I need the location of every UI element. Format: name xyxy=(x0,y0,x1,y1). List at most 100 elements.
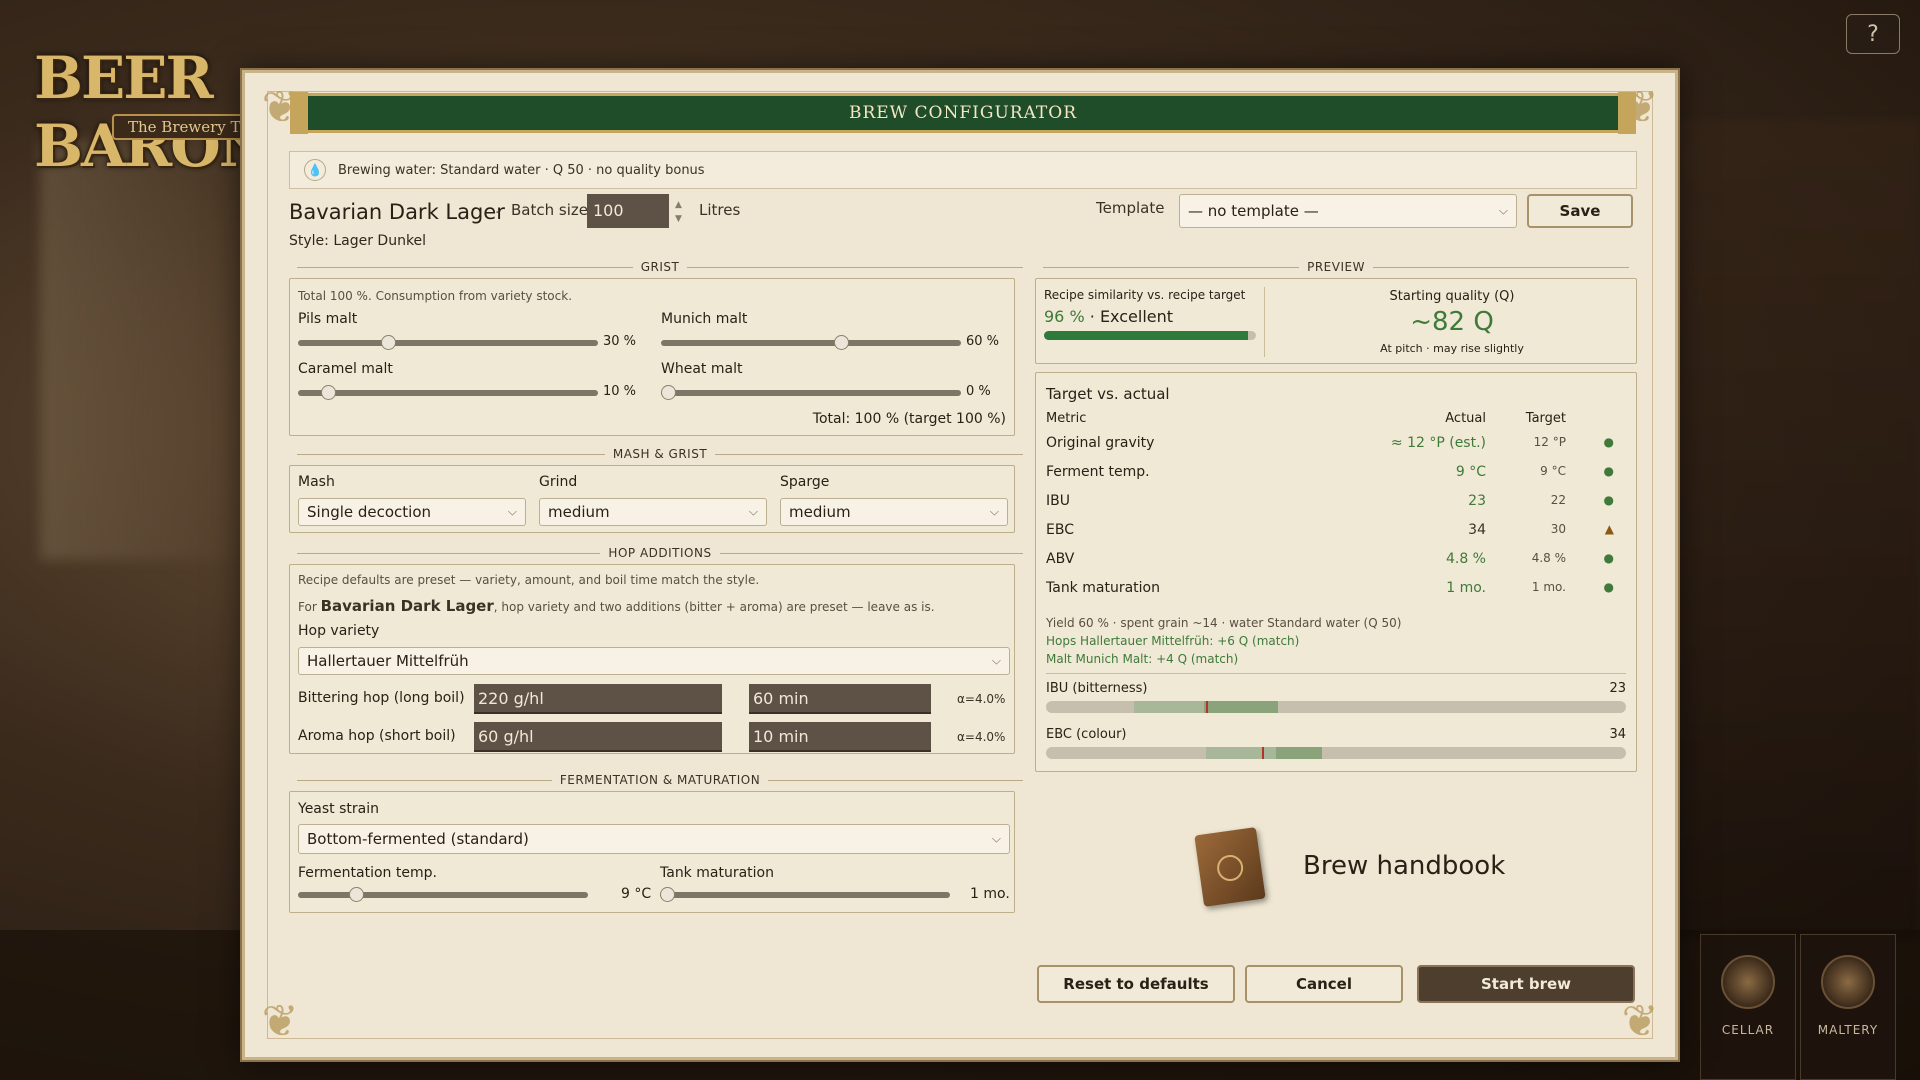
bittering-amount-input[interactable]: 220 g/hl xyxy=(474,684,722,714)
handbook-book-icon[interactable] xyxy=(1194,827,1266,907)
maltery-icon xyxy=(1821,955,1875,1009)
caramel-malt-value: 10 % xyxy=(603,384,637,399)
aroma-time-input[interactable]: 10 min xyxy=(749,722,931,752)
dialog-title-bar: BREW CONFIGURATOR xyxy=(290,92,1636,134)
caramel-malt-slider[interactable] xyxy=(298,385,598,400)
mash-select[interactable]: Single decoction ⌵ xyxy=(298,498,526,526)
similarity-bar-fill xyxy=(1044,331,1248,340)
grind-value: medium xyxy=(548,503,610,521)
water-info-text: Brewing water: Standard water · Q 50 · n… xyxy=(338,162,705,178)
ebc-bar-value: 34 xyxy=(1609,727,1626,742)
nav-cellar-label: CELLAR xyxy=(1721,1023,1775,1037)
sparge-select[interactable]: medium ⌵ xyxy=(780,498,1008,526)
background-window xyxy=(40,140,240,560)
preview-summary-panel: Recipe similarity vs. recipe target 96 %… xyxy=(1035,278,1637,364)
ferment-temp-slider[interactable] xyxy=(298,887,588,902)
metric-status: ● xyxy=(1603,464,1614,478)
pils-malt-slider[interactable] xyxy=(298,335,598,350)
quality-value: ~82 Q xyxy=(1410,307,1494,337)
help-button[interactable]: ? xyxy=(1846,14,1900,54)
slider-knob[interactable] xyxy=(381,335,396,350)
dialog-title: BREW CONFIGURATOR xyxy=(848,103,1078,123)
brew-handbook-link[interactable]: Brew handbook xyxy=(1303,851,1505,881)
slider-knob[interactable] xyxy=(660,887,675,902)
nav-cellar[interactable]: CELLAR xyxy=(1700,934,1796,1080)
hop-variety-select[interactable]: Hallertauer Mittelfrüh ⌵ xyxy=(298,647,1010,675)
nav-maltery-label: MALTERY xyxy=(1817,1023,1879,1037)
metric-name: IBU xyxy=(1046,493,1070,509)
bittering-time-input[interactable]: 60 min xyxy=(749,684,931,714)
template-select[interactable]: — no template — ⌵ xyxy=(1179,194,1517,228)
water-info-bar: 💧 Brewing water: Standard water · Q 50 ·… xyxy=(289,151,1637,189)
cellar-icon xyxy=(1721,955,1775,1009)
tank-maturation-slider[interactable] xyxy=(660,887,950,902)
batch-size-label: Batch size xyxy=(511,201,588,219)
ibu-bar-label: IBU (bitterness) xyxy=(1046,681,1148,696)
slider-knob[interactable] xyxy=(321,385,336,400)
munich-malt-slider[interactable] xyxy=(661,335,961,350)
metric-target: 30 xyxy=(1550,522,1566,536)
col-metric: Metric xyxy=(1046,411,1087,426)
munich-malt-label: Munich malt xyxy=(661,311,748,327)
metric-row: Tank maturation 1 mo. 1 mo. ● xyxy=(1046,580,1626,600)
target-vs-actual-panel: Target vs. actual Metric Actual Target O… xyxy=(1035,372,1637,772)
metric-row: ABV 4.8 % 4.8 % ● xyxy=(1046,551,1626,571)
similarity-score: 96 % · Excellent xyxy=(1044,307,1173,326)
grist-note: Total 100 %. Consumption from variety st… xyxy=(298,289,573,303)
ibu-marker xyxy=(1206,701,1208,713)
metric-name: Original gravity xyxy=(1046,435,1155,451)
save-template-button[interactable]: Save xyxy=(1527,194,1633,228)
yeast-strain-value: Bottom-fermented (standard) xyxy=(307,830,529,848)
fermentation-panel: Yeast strain Bottom-fermented (standard)… xyxy=(289,791,1015,913)
cancel-button[interactable]: Cancel xyxy=(1245,965,1403,1003)
caramel-malt-label: Caramel malt xyxy=(298,361,393,377)
col-target: Target xyxy=(1525,411,1566,426)
quality-note: At pitch · may rise slightly xyxy=(1380,342,1524,355)
reset-defaults-button[interactable]: Reset to defaults xyxy=(1037,965,1235,1003)
fermentation-heading: FERMENTATION & MATURATION xyxy=(289,773,1031,787)
grind-select[interactable]: medium ⌵ xyxy=(539,498,767,526)
batch-stepper[interactable]: ▲ ▼ xyxy=(675,198,682,226)
yeast-strain-select[interactable]: Bottom-fermented (standard) ⌵ xyxy=(298,824,1010,854)
start-brew-button[interactable]: Start brew xyxy=(1417,965,1635,1003)
aroma-hop-label: Aroma hop (short boil) xyxy=(298,728,456,744)
wheat-malt-slider[interactable] xyxy=(661,385,961,400)
corner-ornament-icon: ❦ xyxy=(261,996,299,1047)
metric-status: ▲ xyxy=(1604,522,1614,536)
background-shelf xyxy=(1660,120,1920,940)
batch-size-input[interactable]: 100 xyxy=(587,194,669,228)
metric-row: EBC 34 30 ▲ xyxy=(1046,522,1626,542)
ebc-target-zone xyxy=(1276,747,1322,759)
aroma-alpha: α=4.0% xyxy=(957,730,1006,744)
grist-panel: Total 100 %. Consumption from variety st… xyxy=(289,278,1015,436)
yeast-strain-label: Yeast strain xyxy=(298,801,379,817)
metric-row: IBU 23 22 ● xyxy=(1046,493,1626,513)
grist-total: Total: 100 % (target 100 %) xyxy=(812,411,1006,427)
tank-maturation-value: 1 mo. xyxy=(970,886,1010,902)
munich-malt-value: 60 % xyxy=(966,334,1000,349)
wheat-malt-value: 0 % xyxy=(966,384,991,399)
slider-knob[interactable] xyxy=(834,335,849,350)
nav-maltery[interactable]: MALTERY xyxy=(1800,934,1896,1080)
grind-label: Grind xyxy=(539,474,578,490)
hops-heading: HOP ADDITIONS xyxy=(289,546,1031,560)
grist-heading: GRIST xyxy=(289,260,1031,274)
water-drop-icon: 💧 xyxy=(304,159,326,181)
brew-configurator-dialog: ❦ ❦ ❦ ❦ BREW CONFIGURATOR 💧 Brewing wate… xyxy=(242,70,1678,1060)
recipe-name: Bavarian Dark Lager xyxy=(289,200,505,224)
mash-label: Mash xyxy=(298,474,335,490)
metric-status: ● xyxy=(1603,551,1614,565)
metric-actual: ≈ 12 °P (est.) xyxy=(1390,435,1486,451)
slider-knob[interactable] xyxy=(661,385,676,400)
similarity-word: Excellent xyxy=(1099,307,1174,326)
bittering-alpha: α=4.0% xyxy=(957,692,1006,706)
divider xyxy=(1046,673,1626,674)
slider-knob[interactable] xyxy=(349,887,364,902)
template-label: Template xyxy=(1096,199,1165,217)
metrics-header: Metric Actual Target xyxy=(1046,411,1626,431)
chevron-down-icon: ⌵ xyxy=(989,504,999,519)
hops-panel: Recipe defaults are preset — variety, am… xyxy=(289,564,1015,754)
metric-row: Original gravity ≈ 12 °P (est.) 12 °P ● xyxy=(1046,435,1626,455)
aroma-amount-input[interactable]: 60 g/hl xyxy=(474,722,722,752)
chevron-down-icon: ⌵ xyxy=(1498,203,1508,218)
